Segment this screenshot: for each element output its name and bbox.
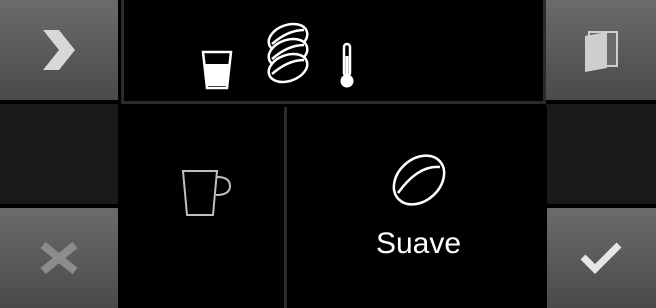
x-icon [39,241,79,275]
strength-label: Suave [375,227,462,260]
coffee-bean-icon [388,147,450,213]
door-button[interactable] [546,0,656,100]
left-spacer [0,104,118,204]
coffee-beans-icon [264,20,312,86]
next-button[interactable] [0,0,118,100]
confirm-button[interactable] [546,208,656,308]
cancel-button[interactable] [0,208,118,308]
cup-icon [180,167,234,219]
door-icon [581,28,621,72]
chevron-right-icon [39,28,79,72]
top-status-bar [121,0,546,104]
checkmark-icon [579,241,623,275]
cup-size-panel[interactable] [118,107,287,308]
water-glass-icon [201,48,233,90]
strength-panel[interactable]: Suave [290,107,547,308]
right-spacer [546,104,656,204]
thermometer-icon [338,42,356,90]
